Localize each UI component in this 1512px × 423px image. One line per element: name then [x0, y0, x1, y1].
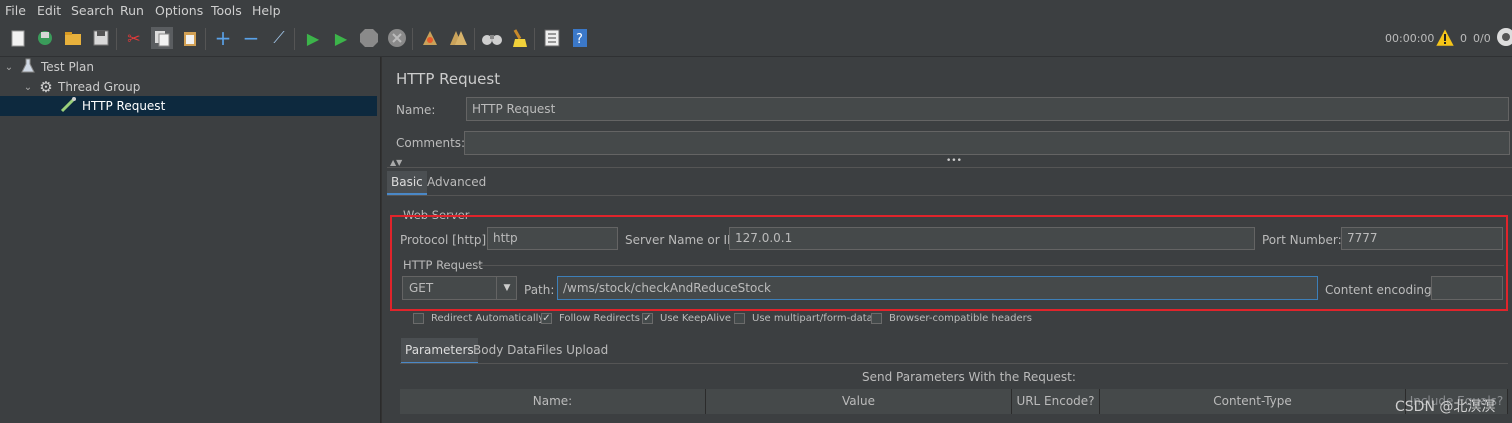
separator — [387, 167, 1512, 168]
tab-body-data[interactable]: Body Data — [469, 338, 540, 362]
collapse-all-icon[interactable]: − — [240, 26, 262, 50]
column-header-name[interactable]: Name: — [400, 389, 706, 414]
chevron-down-icon[interactable]: ⌄ — [3, 62, 15, 73]
follow-redirects-label: Follow Redirects — [559, 313, 640, 324]
column-header-value[interactable]: Value — [706, 389, 1012, 414]
params-caption: Send Parameters With the Request: — [862, 370, 1076, 384]
save-icon[interactable] — [90, 27, 112, 49]
warning-count: 0 — [1460, 32, 1467, 45]
menubar: File Edit Search Run Options Tools Help — [0, 0, 1512, 22]
gear-icon: ⚙ — [39, 78, 53, 96]
new-file-icon[interactable] — [7, 27, 29, 49]
tab-files-upload[interactable]: Files Upload — [532, 338, 612, 362]
active-threads: 0/0 — [1473, 32, 1491, 45]
shutdown-icon[interactable] — [386, 27, 408, 49]
highlight-box — [390, 215, 1508, 311]
chevron-down-icon[interactable]: ⌄ — [22, 82, 34, 93]
tab-basic[interactable]: Basic — [387, 171, 427, 195]
collapse-arrows-icon[interactable]: ▲▼ — [390, 158, 402, 167]
toolbar: ✂ + − ⟋ ▶ ▶ ? 00:00:00 0 0/0 — [0, 22, 1512, 57]
reset-search-broom-icon[interactable] — [508, 27, 530, 49]
menu-run[interactable]: Run — [120, 3, 144, 18]
tab-underline — [400, 363, 1508, 364]
help-icon[interactable]: ? — [569, 27, 591, 49]
clear-all-icon[interactable] — [447, 27, 469, 49]
tab-advanced[interactable]: Advanced — [423, 171, 490, 193]
clear-icon[interactable] — [419, 27, 441, 49]
multipart-form-data-checkbox[interactable] — [734, 313, 745, 324]
flask-icon — [15, 58, 41, 77]
copy-icon[interactable] — [151, 27, 173, 49]
search-binoculars-icon[interactable] — [481, 27, 503, 49]
remote-globe-icon[interactable] — [1496, 27, 1512, 50]
comments-field[interactable] — [464, 131, 1510, 155]
test-plan-tree: ⌄ Test Plan ⌄ ⚙ Thread Group HTTP Reques… — [0, 57, 381, 423]
split-pane-divider[interactable] — [381, 57, 388, 423]
tab-parameters[interactable]: Parameters — [401, 338, 478, 364]
watermark: CSDN @北溟溟 — [1395, 399, 1496, 415]
follow-redirects-checkbox[interactable]: ✓ — [541, 313, 552, 324]
function-helper-icon[interactable] — [541, 27, 563, 49]
tab-underline — [387, 195, 1512, 196]
menu-search[interactable]: Search — [71, 3, 114, 18]
templates-icon[interactable] — [34, 27, 56, 49]
multipart-form-data-label: Use multipart/form-data — [752, 313, 873, 324]
menu-help[interactable]: Help — [252, 3, 281, 18]
open-folder-icon[interactable] — [62, 27, 84, 49]
expand-all-icon[interactable]: + — [212, 26, 234, 50]
svg-text:?: ? — [576, 32, 583, 47]
paste-icon[interactable] — [179, 27, 201, 49]
cut-icon[interactable]: ✂ — [123, 27, 145, 49]
warning-icon[interactable] — [1435, 28, 1455, 50]
stop-icon[interactable] — [358, 27, 380, 49]
tree-item-test-plan[interactable]: ⌄ Test Plan — [3, 57, 377, 77]
column-header-url-encode[interactable]: URL Encode? — [1012, 389, 1100, 414]
name-field[interactable]: HTTP Request — [466, 97, 1509, 121]
page-title: HTTP Request — [396, 70, 501, 88]
use-keepalive-checkbox[interactable]: ✓ — [642, 313, 653, 324]
pane-collapse-dots[interactable]: ••• — [946, 156, 962, 166]
pipette-icon — [60, 96, 82, 116]
menu-edit[interactable]: Edit — [37, 3, 61, 18]
redirect-automatically-label: Redirect Automatically — [431, 313, 545, 324]
menu-options[interactable]: Options — [155, 3, 203, 18]
redirect-automatically-checkbox[interactable] — [413, 313, 424, 324]
column-header-content-type[interactable]: Content-Type — [1100, 389, 1406, 414]
start-no-pauses-icon[interactable]: ▶ — [330, 27, 352, 49]
browser-compatible-headers-label: Browser-compatible headers — [889, 313, 1032, 324]
tree-item-label: Test Plan — [41, 60, 94, 74]
start-icon[interactable]: ▶ — [302, 27, 324, 49]
elapsed-timer: 00:00:00 — [1385, 32, 1435, 45]
tree-item-label: Thread Group — [58, 80, 141, 94]
name-label: Name: — [396, 103, 436, 117]
browser-compatible-headers-checkbox[interactable] — [871, 313, 882, 324]
toggle-icon[interactable]: ⟋ — [268, 27, 290, 49]
tree-item-label: HTTP Request — [82, 99, 166, 113]
tree-item-http-request[interactable]: HTTP Request — [0, 96, 377, 116]
menu-file[interactable]: File — [5, 3, 26, 18]
use-keepalive-label: Use KeepAlive — [660, 313, 732, 324]
comments-label: Comments: — [396, 136, 466, 150]
tree-item-thread-group[interactable]: ⌄ ⚙ Thread Group — [22, 77, 377, 97]
menu-tools[interactable]: Tools — [211, 3, 242, 18]
